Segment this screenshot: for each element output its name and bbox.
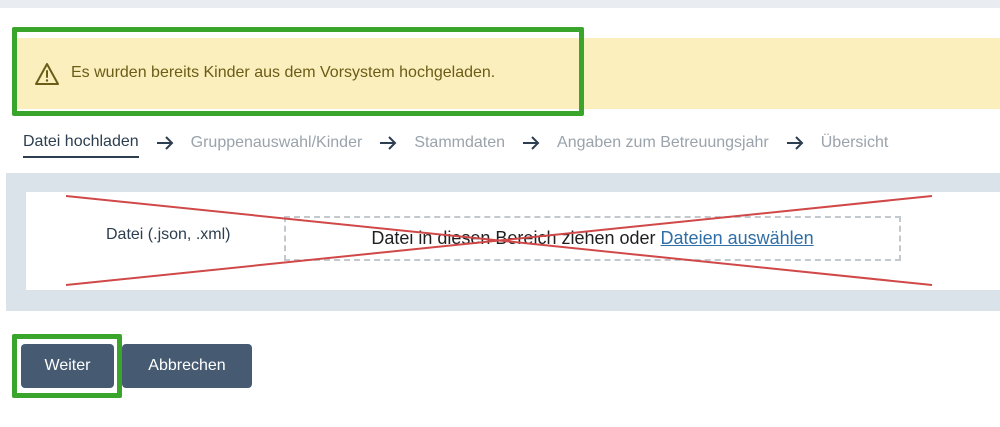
dropzone-text: Datei in diesen Bereich ziehen oder [371,228,656,248]
cancel-button[interactable]: Abbrechen [122,344,252,388]
arrow-right-icon [523,136,540,150]
alert-message: Es wurden bereits Kinder aus dem Vorsyst… [71,64,496,81]
next-button[interactable]: Weiter [21,344,114,388]
top-strip [0,0,1000,8]
warning-alert: Es wurden bereits Kinder aus dem Vorsyst… [12,38,1000,109]
warning-icon [35,63,59,85]
step-datei-hochladen[interactable]: Datei hochladen [23,133,139,158]
step-uebersicht[interactable]: Übersicht [821,134,889,157]
upload-panel: Datei (.json, .xml) Datei in diesen Bere… [6,173,1000,311]
arrow-right-icon [786,136,804,150]
file-dropzone[interactable]: Datei in diesen Bereich ziehen oder Date… [284,216,901,261]
upload-card: Datei (.json, .xml) Datei in diesen Bere… [26,192,1000,290]
arrow-right-icon [380,136,397,150]
file-label: Datei (.json, .xml) [106,226,231,243]
step-stammdaten[interactable]: Stammdaten [414,134,505,157]
select-files-link[interactable]: Dateien auswählen [661,228,814,248]
step-betreuungsjahr[interactable]: Angaben zum Betreuungsjahr [557,134,769,157]
step-gruppenauswahl[interactable]: Gruppenauswahl/Kinder [191,134,363,157]
wizard-steps: Datei hochladen Gruppenauswahl/Kinder St… [23,133,888,158]
arrow-right-icon [156,136,174,150]
